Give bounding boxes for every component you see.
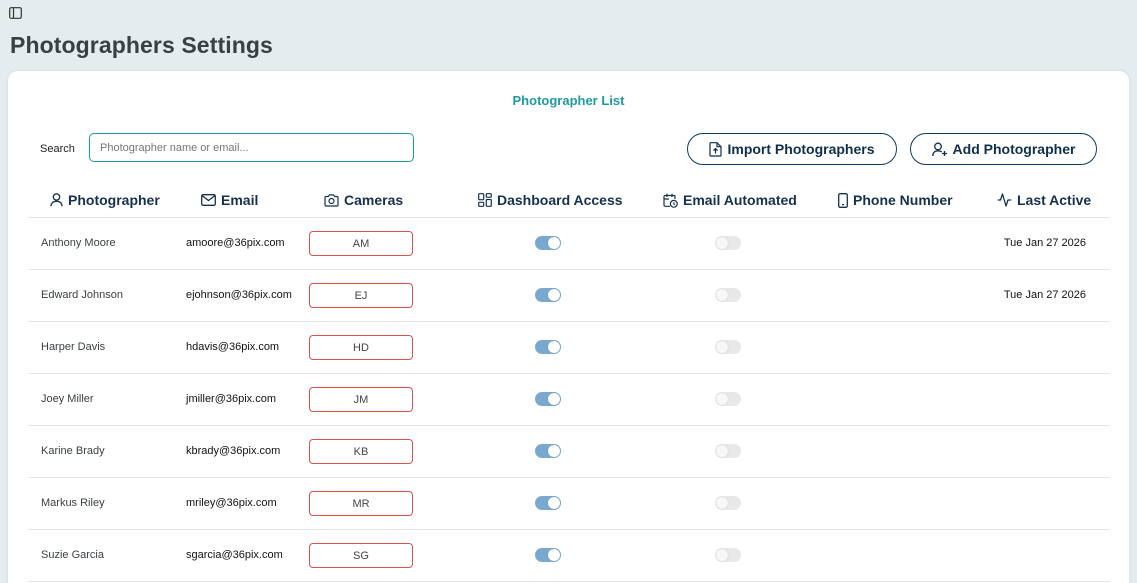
photographer-email: kbrady@36pix.com: [186, 445, 281, 457]
photographer-name: Harper Davis: [41, 341, 106, 353]
camera-icon: [324, 193, 339, 207]
column-header-dashboard-access-label: Dashboard Access: [497, 192, 623, 208]
mail-icon: [201, 194, 216, 206]
photographer-name: Anthony Moore: [41, 237, 116, 249]
table-row: Joey Miller jmiller@36pix.com JM: [28, 374, 1110, 426]
photographer-email: sgarcia@36pix.com: [186, 549, 283, 561]
photographer-table-body: Anthony Moore amoore@36pix.com AM Tue Ja…: [28, 218, 1110, 582]
table-row: Karine Brady kbrady@36pix.com KB: [28, 426, 1110, 478]
column-header-last-active-label: Last Active: [1017, 192, 1092, 208]
toggle-knob: [548, 289, 560, 301]
add-button-label: Add Photographer: [952, 141, 1076, 157]
column-header-phone-number-label: Phone Number: [853, 192, 953, 208]
search-input[interactable]: [89, 133, 414, 162]
toggle-knob: [548, 497, 560, 509]
column-header-email[interactable]: Email: [201, 192, 258, 208]
table-row: Suzie Garcia sgarcia@36pix.com SG: [28, 530, 1110, 582]
toggle-knob: [716, 289, 728, 301]
user-plus-icon: [931, 142, 947, 156]
sidebar-toggle-button[interactable]: [8, 6, 22, 20]
toggle-knob: [716, 341, 728, 353]
import-button-label: Import Photographers: [727, 141, 875, 157]
column-header-dashboard-access[interactable]: Dashboard Access: [478, 192, 623, 208]
column-header-cameras-label: Cameras: [344, 192, 404, 208]
photographer-name: Edward Johnson: [41, 289, 123, 301]
camera-badge[interactable]: KB: [309, 439, 413, 464]
photographer-email: mriley@36pix.com: [186, 497, 277, 509]
dashboard-access-toggle[interactable]: [535, 444, 561, 458]
email-automated-toggle[interactable]: [715, 392, 741, 406]
toggle-knob: [548, 393, 560, 405]
camera-badge[interactable]: MR: [309, 491, 413, 516]
email-automated-toggle[interactable]: [715, 444, 741, 458]
column-header-phone-number[interactable]: Phone Number: [838, 192, 953, 208]
camera-badge[interactable]: HD: [309, 335, 413, 360]
phone-icon: [838, 192, 848, 208]
email-automated-toggle[interactable]: [715, 236, 741, 250]
activity-icon: [997, 193, 1012, 207]
photographer-email: amoore@36pix.com: [186, 237, 285, 249]
dashboard-access-toggle[interactable]: [535, 340, 561, 354]
photographer-email: ejohnson@36pix.com: [186, 289, 292, 301]
email-automated-toggle[interactable]: [715, 340, 741, 354]
card-title: Photographer List: [512, 93, 625, 108]
email-automated-toggle[interactable]: [715, 496, 741, 510]
file-upload-icon: [709, 141, 723, 157]
toggle-knob: [716, 497, 728, 509]
photographer-name: Markus Riley: [41, 497, 105, 509]
dashboard-access-toggle[interactable]: [535, 496, 561, 510]
sidebar-toggle-icon: [8, 7, 22, 19]
photographer-email: jmiller@36pix.com: [186, 393, 277, 405]
table-row: Anthony Moore amoore@36pix.com AM Tue Ja…: [28, 218, 1110, 270]
toggle-knob: [716, 237, 728, 249]
column-header-last-active[interactable]: Last Active: [997, 192, 1091, 208]
email-automated-toggle[interactable]: [715, 288, 741, 302]
email-automated-toggle[interactable]: [715, 548, 741, 562]
column-header-email-automated[interactable]: Email Automated: [663, 192, 797, 208]
toggle-knob: [548, 445, 560, 457]
toggle-knob: [548, 341, 560, 353]
toggle-knob: [716, 445, 728, 457]
import-photographers-button[interactable]: Import Photographers: [687, 133, 897, 165]
column-header-cameras[interactable]: Cameras: [324, 192, 403, 208]
column-header-email-automated-label: Email Automated: [683, 192, 797, 208]
column-header-photographer-label: Photographer: [68, 192, 160, 208]
last-active-date: Tue Jan 27 2026: [1003, 289, 1086, 301]
toggle-knob: [716, 393, 728, 405]
dashboard-access-toggle[interactable]: [535, 288, 561, 302]
column-header-photographer[interactable]: Photographer: [50, 192, 160, 208]
photographer-name: Suzie Garcia: [41, 549, 104, 561]
camera-badge[interactable]: JM: [309, 387, 413, 412]
add-photographer-button[interactable]: Add Photographer: [910, 133, 1097, 165]
toggle-knob: [548, 237, 560, 249]
photographer-name: Joey Miller: [41, 393, 94, 405]
camera-badge[interactable]: EJ: [309, 283, 413, 308]
last-active-date: Tue Jan 27 2026: [1003, 237, 1086, 249]
table-row: Harper Davis hdavis@36pix.com HD: [28, 322, 1110, 374]
search-label: Search: [40, 143, 75, 155]
camera-badge[interactable]: AM: [309, 231, 413, 256]
photographer-list-card: Photographer List Search Import Photogra…: [8, 71, 1129, 583]
table-row: Markus Riley mriley@36pix.com MR: [28, 478, 1110, 530]
dashboard-access-toggle[interactable]: [535, 548, 561, 562]
dashboard-access-toggle[interactable]: [535, 392, 561, 406]
column-header-email-label: Email: [221, 192, 259, 208]
user-icon: [50, 193, 63, 207]
dashboard-grid-icon: [478, 193, 492, 207]
table-row: Edward Johnson ejohnson@36pix.com EJ Tue…: [28, 270, 1110, 322]
photographer-email: hdavis@36pix.com: [186, 341, 280, 353]
toggle-knob: [716, 549, 728, 561]
camera-badge[interactable]: SG: [309, 543, 413, 568]
toggle-knob: [548, 549, 560, 561]
photographer-name: Karine Brady: [41, 445, 105, 457]
page-title: Photographers Settings: [10, 32, 273, 58]
table-header: Photographer Email Cameras Dashboard Acc…: [28, 185, 1110, 218]
dashboard-access-toggle[interactable]: [535, 236, 561, 250]
calendar-clock-icon: [663, 193, 678, 208]
